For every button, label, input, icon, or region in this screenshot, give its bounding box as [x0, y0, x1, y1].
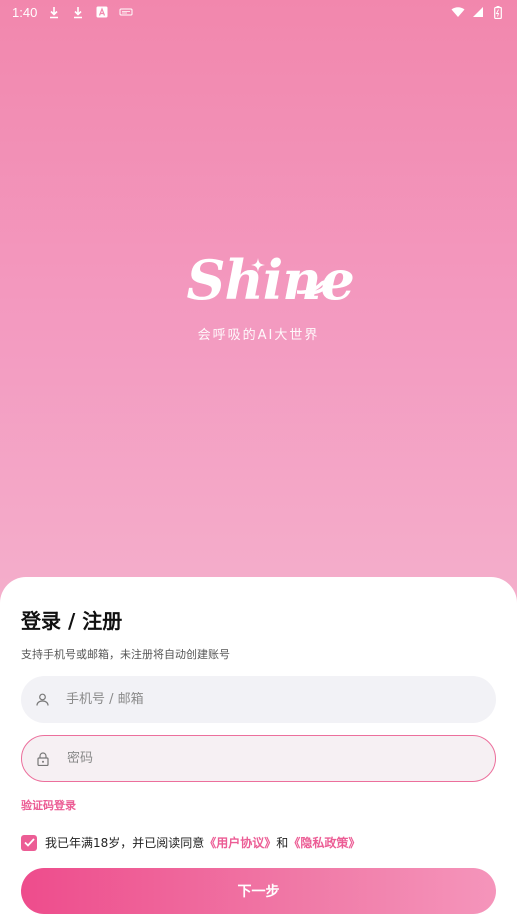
next-button[interactable]: 下一步: [21, 868, 496, 914]
user-agreement-link[interactable]: 《用户协议》: [204, 834, 276, 851]
wifi-icon: [451, 5, 465, 19]
status-right: [451, 5, 505, 19]
agreement-and: 和: [276, 836, 289, 850]
notification-icon: [119, 5, 133, 19]
privacy-policy-link[interactable]: 《隐私政策》: [288, 834, 360, 851]
sparkle-icon: [250, 258, 265, 272]
download-icon: [71, 5, 85, 19]
signal-icon: [471, 5, 485, 19]
password-input[interactable]: [67, 751, 467, 766]
tagline: 会呼吸的AI大世界: [197, 328, 320, 343]
lock-icon: [36, 751, 50, 766]
status-left: 1:40: [12, 5, 133, 20]
battery-icon: [491, 5, 505, 19]
password-field[interactable]: [21, 735, 496, 782]
phone-email-field[interactable]: [21, 676, 496, 723]
agreement-checkbox[interactable]: [21, 834, 37, 851]
brand: Shine 会呼吸的AI大世界: [0, 248, 517, 343]
agreement-text: 我已年满18岁，并已阅读同意: [45, 836, 205, 850]
login-sheet: 登录 / 注册 支持手机号或邮箱，未注册将自动创建账号 验证码登录 我已年满18…: [0, 577, 517, 920]
status-bar: 1:40: [0, 0, 517, 24]
status-time: 1:40: [12, 4, 38, 20]
download-icon: [47, 5, 61, 19]
user-icon: [35, 693, 49, 707]
agreement-row: 我已年满18岁，并已阅读同意 《用户协议》 和 《隐私政策》: [21, 834, 360, 851]
shine-logo: Shine: [179, 248, 355, 316]
check-icon: [23, 838, 35, 847]
page-title: 登录 / 注册: [21, 609, 123, 633]
logo-text: Shine: [186, 248, 355, 312]
code-login-link[interactable]: 验证码登录: [21, 797, 76, 813]
page-subtitle: 支持手机号或邮箱，未注册将自动创建账号: [21, 648, 230, 661]
phone-email-input[interactable]: [66, 692, 466, 707]
logo-swoosh: [296, 280, 328, 295]
a-icon: [95, 5, 109, 19]
